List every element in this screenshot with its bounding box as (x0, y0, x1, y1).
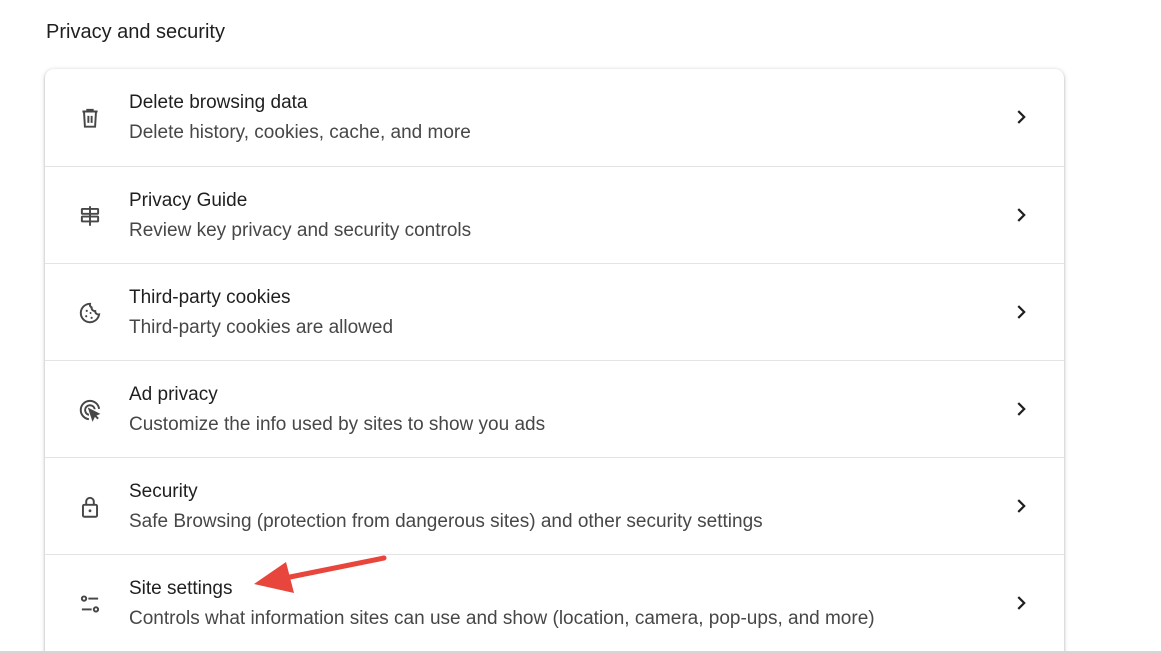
lock-icon (76, 493, 104, 521)
chevron-right-icon (1017, 499, 1026, 513)
row-subtitle: Review key privacy and security controls (129, 220, 472, 241)
site-settings-row[interactable]: Site settings Controls what information … (45, 554, 1064, 651)
row-subtitle: Controls what information sites can use … (129, 608, 875, 629)
row-text: Site settings Controls what information … (129, 576, 984, 632)
row-title: Privacy Guide (129, 190, 248, 211)
row-title: Site settings (129, 578, 233, 599)
trash-icon (76, 104, 104, 132)
row-title: Third-party cookies (129, 287, 291, 308)
row-subtitle: Customize the info used by sites to show… (129, 414, 546, 435)
cookie-icon (76, 299, 104, 327)
third-party-cookies-row[interactable]: Third-party cookies Third-party cookies … (45, 263, 1064, 360)
security-row[interactable]: Security Safe Browsing (protection from … (45, 457, 1064, 554)
row-title: Security (129, 481, 198, 502)
chevron-right-icon (1017, 402, 1026, 416)
row-subtitle: Third-party cookies are allowed (129, 317, 394, 338)
section-title: Privacy and security (46, 21, 225, 43)
row-text: Ad privacy Customize the info used by si… (129, 382, 984, 438)
chevron-right-icon (1017, 110, 1026, 124)
privacy-guide-row[interactable]: Privacy Guide Review key privacy and sec… (45, 166, 1064, 263)
row-title: Delete browsing data (129, 92, 308, 113)
ad-privacy-icon (76, 396, 104, 424)
row-text: Privacy Guide Review key privacy and sec… (129, 188, 984, 244)
ad-privacy-row[interactable]: Ad privacy Customize the info used by si… (45, 360, 1064, 457)
row-subtitle: Safe Browsing (protection from dangerous… (129, 511, 763, 532)
row-title: Ad privacy (129, 384, 218, 405)
chevron-right-icon (1017, 305, 1026, 319)
settings-page: Privacy and security Delete browsing dat… (0, 0, 1161, 653)
signpost-icon (76, 202, 104, 230)
row-text: Delete browsing data Delete history, coo… (129, 90, 984, 146)
chevron-right-icon (1017, 208, 1026, 222)
privacy-security-card: Delete browsing data Delete history, coo… (45, 69, 1064, 653)
tune-icon (76, 590, 104, 618)
chevron-right-icon (1017, 596, 1026, 610)
row-text: Security Safe Browsing (protection from … (129, 479, 984, 535)
row-text: Third-party cookies Third-party cookies … (129, 285, 984, 341)
delete-browsing-data-row[interactable]: Delete browsing data Delete history, coo… (45, 69, 1064, 166)
row-subtitle: Delete history, cookies, cache, and more (129, 122, 471, 143)
